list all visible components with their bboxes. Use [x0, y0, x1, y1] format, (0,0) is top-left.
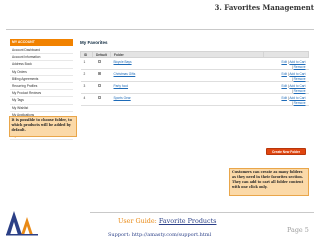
screenshot-frame: MY ACCOUNT Account Dashboard Account Inf… [8, 36, 309, 196]
folder-link[interactable]: Bicycle Bays [114, 60, 132, 64]
radio-icon[interactable] [97, 96, 101, 99]
menu-item-recurring-profiles[interactable]: Recurring Profiles [10, 83, 73, 91]
row-id: 3 [80, 81, 93, 94]
radio-icon[interactable] [97, 84, 101, 87]
add-to-cart-link[interactable]: Add to Cart [289, 60, 305, 64]
guide-link[interactable]: Favorite Products [159, 217, 217, 225]
menu-item-billing-agreements[interactable]: Billing Agreements [10, 76, 73, 83]
row-id: 1 [80, 57, 93, 70]
edit-link[interactable]: Edit [281, 60, 287, 64]
remove-link[interactable]: Remove [294, 77, 306, 81]
create-new-folder-button[interactable]: Create New Folder [266, 148, 306, 155]
favorites-title: My Favorites [80, 40, 108, 45]
amasty-logo-icon [6, 211, 38, 236]
account-header: MY ACCOUNT [10, 39, 73, 46]
table-row: 1 Bicycle Bays Edit | Add to Cart | Remov… [80, 57, 309, 70]
default-radio[interactable] [92, 57, 111, 70]
folder-link[interactable]: Sports Gear [114, 96, 131, 100]
support-url[interactable]: Support: http://amasty.com/support.html [108, 232, 211, 238]
menu-item-account-information[interactable]: Account Information [10, 54, 73, 62]
favorites-table: ID Default Folder 1 Bicycle Bays Edit | … [80, 51, 309, 106]
add-to-cart-link[interactable]: Add to Cart [289, 84, 305, 88]
edit-link[interactable]: Edit [281, 96, 287, 100]
menu-item-account-dashboard[interactable]: Account Dashboard [10, 47, 73, 55]
remove-link[interactable]: Remove [294, 89, 306, 93]
default-radio[interactable] [92, 81, 111, 94]
menu-item-product-reviews[interactable]: My Product Reviews [10, 90, 73, 98]
guide-label: User Guide: [118, 217, 157, 225]
add-to-cart-link[interactable]: Add to Cart [289, 72, 305, 76]
menu-item-address-book[interactable]: Address Book [10, 61, 73, 69]
folder-link[interactable]: Party food [114, 84, 129, 88]
divider [6, 29, 314, 30]
table-row: 3 Party food Edit | Add to Cart | Remove [80, 81, 309, 94]
remove-link[interactable]: Remove [294, 101, 306, 105]
radio-icon[interactable] [97, 72, 101, 75]
row-id: 2 [80, 69, 93, 82]
page-number: Page 5 [287, 226, 309, 234]
row-id: 4 [80, 93, 93, 106]
radio-icon[interactable] [97, 60, 101, 63]
menu-item-tags[interactable]: My Tags [10, 97, 73, 105]
add-to-cart-link[interactable]: Add to Cart [289, 96, 305, 100]
remove-link[interactable]: Remove [294, 65, 306, 69]
section-title: 3. Favorites Management [214, 3, 314, 12]
default-radio[interactable] [92, 93, 111, 106]
table-row: 4 Sports Gear Edit | Add to Cart | Remove [80, 93, 309, 106]
folder-link[interactable]: Christmas Gifts [114, 72, 136, 76]
edit-link[interactable]: Edit [281, 84, 287, 88]
tip-callout-default-folder: It is possible to choose folder, to whic… [9, 116, 77, 137]
table-row: 2 Christmas Gifts Edit | Add to Cart | Re… [80, 69, 309, 82]
guide-line: User Guide: Favorite Products [118, 217, 216, 225]
tip-callout-folders: Customers can create as many folders as … [229, 168, 309, 196]
edit-link[interactable]: Edit [281, 72, 287, 76]
footer-divider [90, 212, 314, 213]
menu-item-wishlist[interactable]: My Wishlist [10, 105, 73, 112]
menu-item-my-orders[interactable]: My Orders [10, 69, 73, 76]
default-radio[interactable] [92, 69, 111, 82]
